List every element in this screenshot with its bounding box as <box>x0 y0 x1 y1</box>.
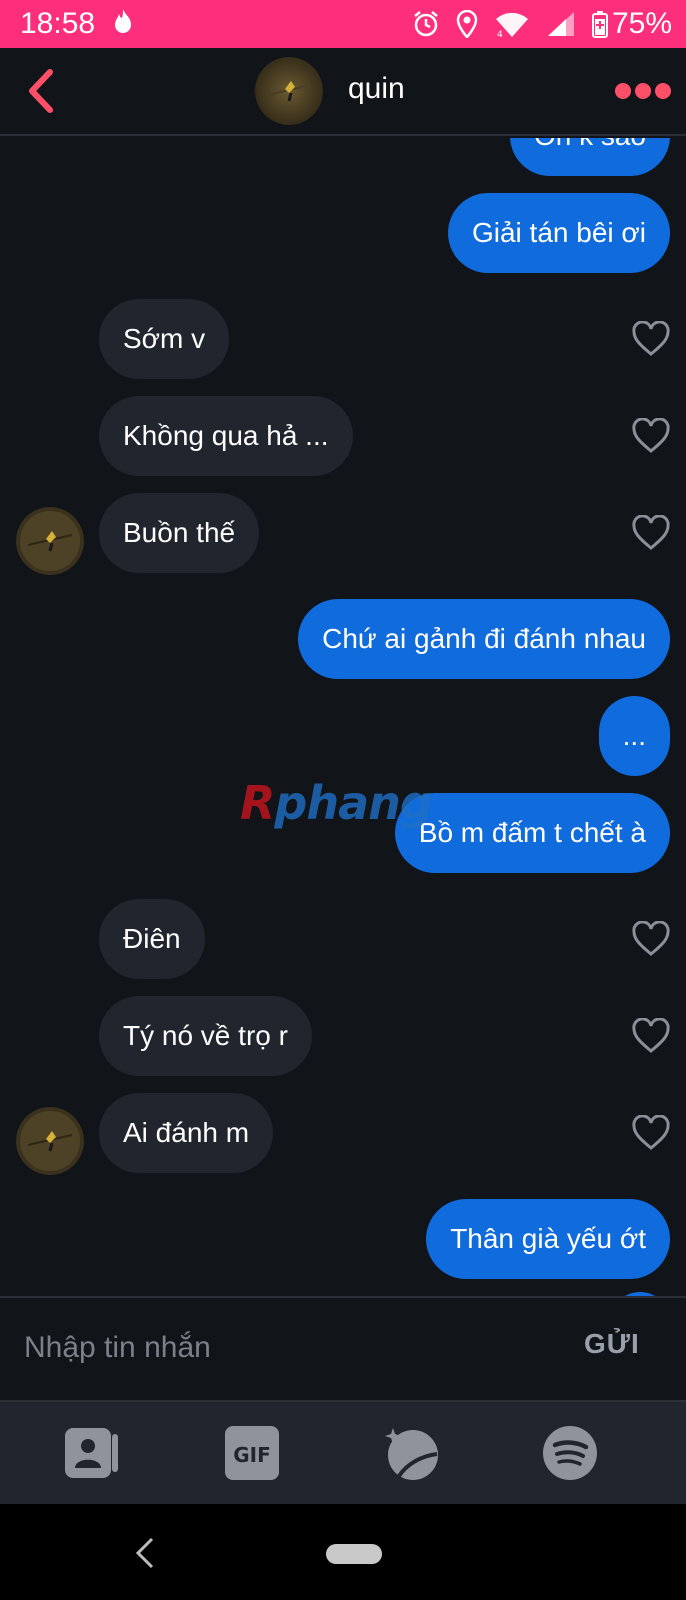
system-nav-bar <box>0 1504 686 1600</box>
composer-bar: GỬI <box>0 1296 686 1402</box>
more-options-icon[interactable] <box>614 78 672 104</box>
heart-icon[interactable] <box>632 514 670 551</box>
signal-icon <box>546 10 576 38</box>
send-button[interactable]: GỬI <box>584 1328 640 1360</box>
heart-icon[interactable] <box>632 320 670 357</box>
heart-icon[interactable] <box>632 1114 670 1151</box>
alarm-icon <box>412 10 440 38</box>
heart-icon[interactable] <box>632 920 670 957</box>
contact-avatar[interactable] <box>255 57 323 125</box>
location-icon <box>456 10 478 38</box>
status-time: 18:58 <box>20 7 96 40</box>
watermark-logo: Rphang <box>240 776 433 830</box>
wifi-icon: 4 <box>494 10 530 38</box>
tinder-flame-icon <box>111 8 135 41</box>
message-bubble-sent[interactable]: Chứ ai gảnh đi đánh nhau <box>298 599 670 679</box>
contact-name[interactable]: quin <box>348 72 405 106</box>
message-bubble-received[interactable]: Buồn thế <box>99 493 260 573</box>
message-list[interactable]: Oh k sao Giải tán bêi ơi Sớm v Khồng qua… <box>0 138 686 1296</box>
composer-toolbar: GIF <box>0 1402 686 1504</box>
message-bubble-sent[interactable]: Thân già yếu ớt <box>426 1199 670 1279</box>
battery-icon <box>591 10 608 38</box>
svg-text:4: 4 <box>497 30 503 38</box>
spotify-icon[interactable] <box>541 1424 599 1482</box>
contact-card-icon[interactable] <box>63 1424 121 1482</box>
back-arrow-icon[interactable] <box>24 66 60 116</box>
svg-text:GIF: GIF <box>233 1443 271 1467</box>
message-bubble-received[interactable]: Khồng qua hả ... <box>99 396 353 476</box>
heart-icon[interactable] <box>632 417 670 454</box>
message-bubble-received[interactable]: Điên <box>99 899 205 979</box>
contact-avatar[interactable] <box>16 1107 84 1175</box>
message-bubble-received[interactable]: Tý nó về trọ r <box>99 996 312 1076</box>
gif-icon[interactable]: GIF <box>223 1424 281 1482</box>
message-bubble-sent[interactable]: Bồ m đấm t chết à <box>394 793 670 873</box>
message-input[interactable] <box>24 1320 524 1376</box>
status-bar: 18:58 4 75% <box>0 0 686 48</box>
message-bubble-received[interactable]: Ai đánh m <box>99 1093 274 1173</box>
system-home-pill[interactable] <box>326 1544 382 1564</box>
contact-avatar[interactable] <box>16 507 84 575</box>
chat-header: quin <box>0 48 686 136</box>
heart-icon[interactable] <box>632 1017 670 1054</box>
message-bubble-sent[interactable]: ... <box>598 696 670 776</box>
message-bubble-sent[interactable]: Giải tán bêi ơi <box>447 193 670 273</box>
message-bubble-sent[interactable]: Oh k sao <box>509 138 670 176</box>
battery-percentage: 75% <box>611 7 672 40</box>
system-back-icon[interactable] <box>134 1536 156 1570</box>
message-bubble-received[interactable]: Sớm v <box>99 299 230 379</box>
sticker-icon[interactable] <box>383 1424 441 1482</box>
